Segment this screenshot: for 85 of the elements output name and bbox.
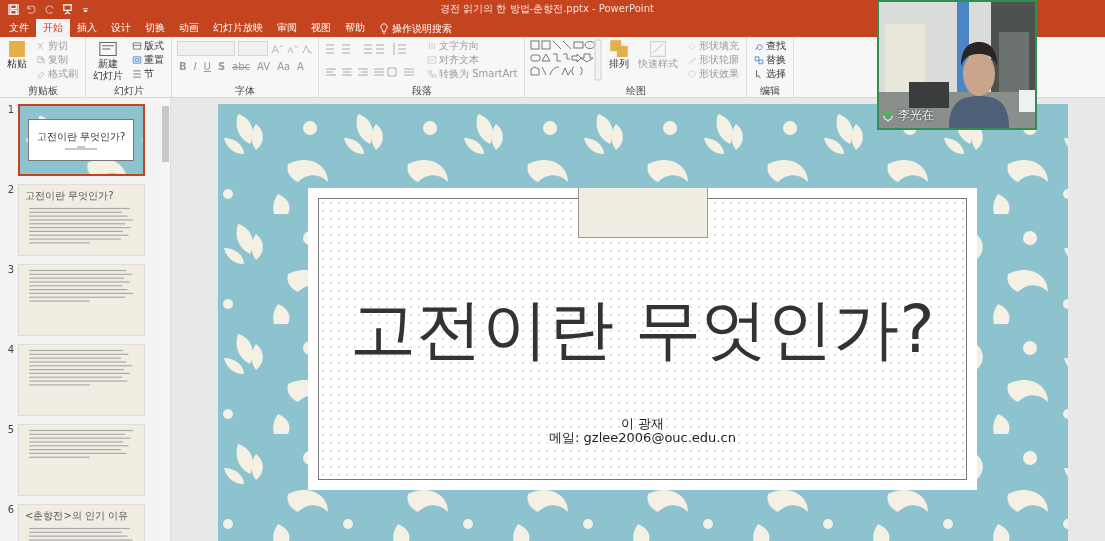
lightbulb-icon [380,22,388,34]
participant-name: 李光在 [898,107,934,124]
grow-font-icon[interactable] [271,43,283,54]
pen-icon [687,55,698,65]
shrink-font-icon[interactable] [286,43,298,54]
format-button[interactable]: I [191,61,199,72]
ribbon-button[interactable]: 粘贴 [5,39,29,71]
save-icon[interactable] [8,3,19,15]
scissors-icon [36,41,46,51]
fill-icon [687,41,698,51]
format-button[interactable]: Aa [275,61,293,72]
group-label: 字体 [234,84,256,97]
slide-icon [98,40,118,58]
slide-number: 3 [6,264,14,277]
email-text: 메일: gzlee2006@ouc.edu.cn [549,431,736,446]
ribbon-button[interactable]: 排列 [607,39,632,71]
tell-me-field[interactable]: 操作说明搜索 [392,22,460,34]
ribbon-button[interactable]: 版式 [130,39,166,53]
ribbon-button[interactable]: 替换 [752,53,789,67]
font-size-field[interactable] [238,41,268,56]
ribbon-tab[interactable]: 帮助 [338,19,372,37]
thumbnail-title: 고전이란 무엇인가? [24,189,115,203]
reset-icon [132,55,142,65]
clear-format-icon[interactable] [301,43,313,54]
ribbon-tab[interactable]: 文件 [2,19,36,37]
ribbon-tab[interactable]: 动画 [172,19,206,37]
format-button[interactable]: U [201,61,213,72]
replace-icon [754,55,765,65]
ribbon-tab[interactable]: 幻灯片放映 [206,19,270,37]
format-button[interactable]: B [177,61,189,72]
paragraph-tools-drawing[interactable] [325,42,415,77]
text-direction-icon [427,41,437,51]
window-title: 경전 읽기의 한 방법-춘향전.pptx - PowerPoint [440,2,654,16]
align-icon [427,55,437,65]
ribbon-tab[interactable]: 开始 [36,19,70,37]
ribbon-button[interactable]: 新建 幻灯片 [91,39,125,82]
slide-number: 5 [6,424,14,437]
style-icon [648,40,669,58]
ribbon-tab[interactable]: 切换 [138,19,172,37]
group-label: 段落 [410,84,433,97]
copy-icon [36,55,46,65]
effect-icon [687,69,698,79]
ribbon-tab[interactable]: 插入 [70,19,104,37]
undo-icon[interactable] [26,3,37,15]
arrange-icon [609,40,630,58]
clipboard-icon [7,40,27,58]
slide-thumbnail[interactable]: <춘향전>의 인기 이유 [18,504,145,541]
slide-number: 4 [6,344,14,357]
brush-icon [36,69,46,79]
ribbon-tab[interactable]: 视图 [304,19,338,37]
ribbon-button[interactable]: 重置 [130,53,166,67]
format-button[interactable]: A [295,61,306,72]
slide-number: 2 [6,184,14,197]
slide-thumbnail[interactable]: 고전이란 무엇인가? [18,104,145,176]
slide-thumbnail[interactable] [18,344,145,416]
redo-icon[interactable] [44,3,55,15]
search-icon [754,41,765,51]
format-button[interactable]: S [215,61,228,72]
group-label: 绘图 [624,84,647,97]
smartart-icon [427,69,437,79]
shape-gallery-drawing[interactable] [530,39,602,81]
group-label: 剪贴板 [26,84,59,97]
present-icon[interactable] [62,3,73,15]
slide-thumbnail[interactable] [18,264,145,336]
format-button[interactable]: abc [230,61,253,72]
font-name-field[interactable] [177,41,235,56]
slide-number: 6 [6,504,14,517]
ribbon-button[interactable]: 选择 [752,67,789,81]
group-label: 幻灯片 [112,84,145,97]
ribbon-tab[interactable]: 设计 [104,19,138,37]
customize-icon[interactable] [80,5,91,13]
slide-number: 1 [6,104,14,117]
ribbon-button[interactable]: 节 [130,67,166,81]
thumbnail-title: 고전이란 무엇인가? [36,130,126,144]
format-button[interactable]: AV [255,61,273,72]
group-label: 编辑 [759,84,782,97]
ribbon-button[interactable]: 查找 [752,39,789,53]
slide-title: 고전이란 무엇인가? [350,290,935,370]
slide-thumbnail[interactable] [18,424,145,496]
thumbnail-title: <춘향전>의 인기 이유 [24,509,130,523]
section-icon [132,69,142,79]
ribbon-tab[interactable]: 审阅 [270,19,304,37]
layout-icon [132,41,142,51]
author-name: 이 광재 [620,417,665,432]
slide-thumbnail[interactable]: 고전이란 무엇인가? [18,184,145,256]
